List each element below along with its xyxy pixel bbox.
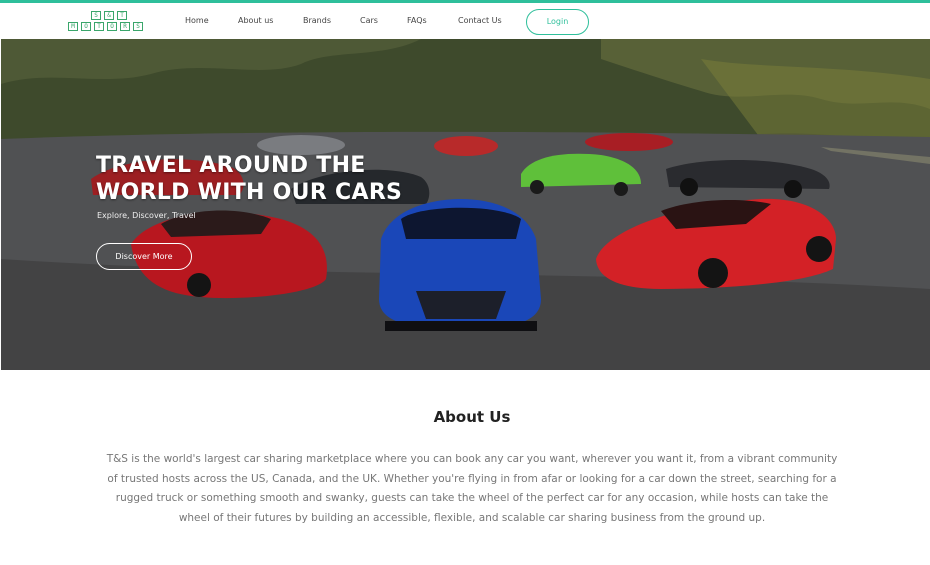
about-section-body: T&S is the world's largest car sharing m… bbox=[106, 453, 838, 524]
nav-brands-link[interactable]: Brands bbox=[303, 16, 331, 25]
hero-banner: TRAVEL AROUND THE WORLD WITH OUR CARS Ex… bbox=[1, 39, 930, 370]
logo-letter: & bbox=[104, 11, 114, 20]
hero-title-line-1: TRAVEL AROUND THE bbox=[96, 153, 366, 178]
hero-subtitle: Explore, Discover, Travel bbox=[97, 211, 196, 220]
hero-title-line-2: WORLD WITH OUR CARS bbox=[96, 180, 403, 205]
logo-letter: R bbox=[120, 22, 130, 31]
about-section-title: About Us bbox=[433, 408, 511, 426]
brand-logo[interactable]: S & T M O T O R S bbox=[68, 11, 162, 33]
logo-letter: S bbox=[91, 11, 101, 20]
login-button[interactable]: Login bbox=[526, 9, 589, 35]
hero-title: TRAVEL AROUND THE WORLD WITH OUR CARS bbox=[96, 152, 456, 206]
logo-row-top: S & T bbox=[91, 11, 127, 20]
discover-more-button[interactable]: Discover More bbox=[96, 243, 192, 270]
logo-row-bottom: M O T O R S bbox=[68, 22, 143, 31]
logo-letter: S bbox=[133, 22, 143, 31]
logo-letter: O bbox=[81, 22, 91, 31]
nav-contact-link[interactable]: Contact Us bbox=[458, 16, 502, 25]
nav-about-link[interactable]: About us bbox=[238, 16, 273, 25]
navbar: S & T M O T O R S Home About us Brands C… bbox=[0, 3, 930, 39]
logo-letter: M bbox=[68, 22, 78, 31]
logo-letter: O bbox=[107, 22, 117, 31]
logo-letter: T bbox=[94, 22, 104, 31]
nav-cars-link[interactable]: Cars bbox=[360, 16, 378, 25]
logo-letter: T bbox=[117, 11, 127, 20]
nav-home-link[interactable]: Home bbox=[185, 16, 209, 25]
nav-faqs-link[interactable]: FAQs bbox=[407, 16, 427, 25]
